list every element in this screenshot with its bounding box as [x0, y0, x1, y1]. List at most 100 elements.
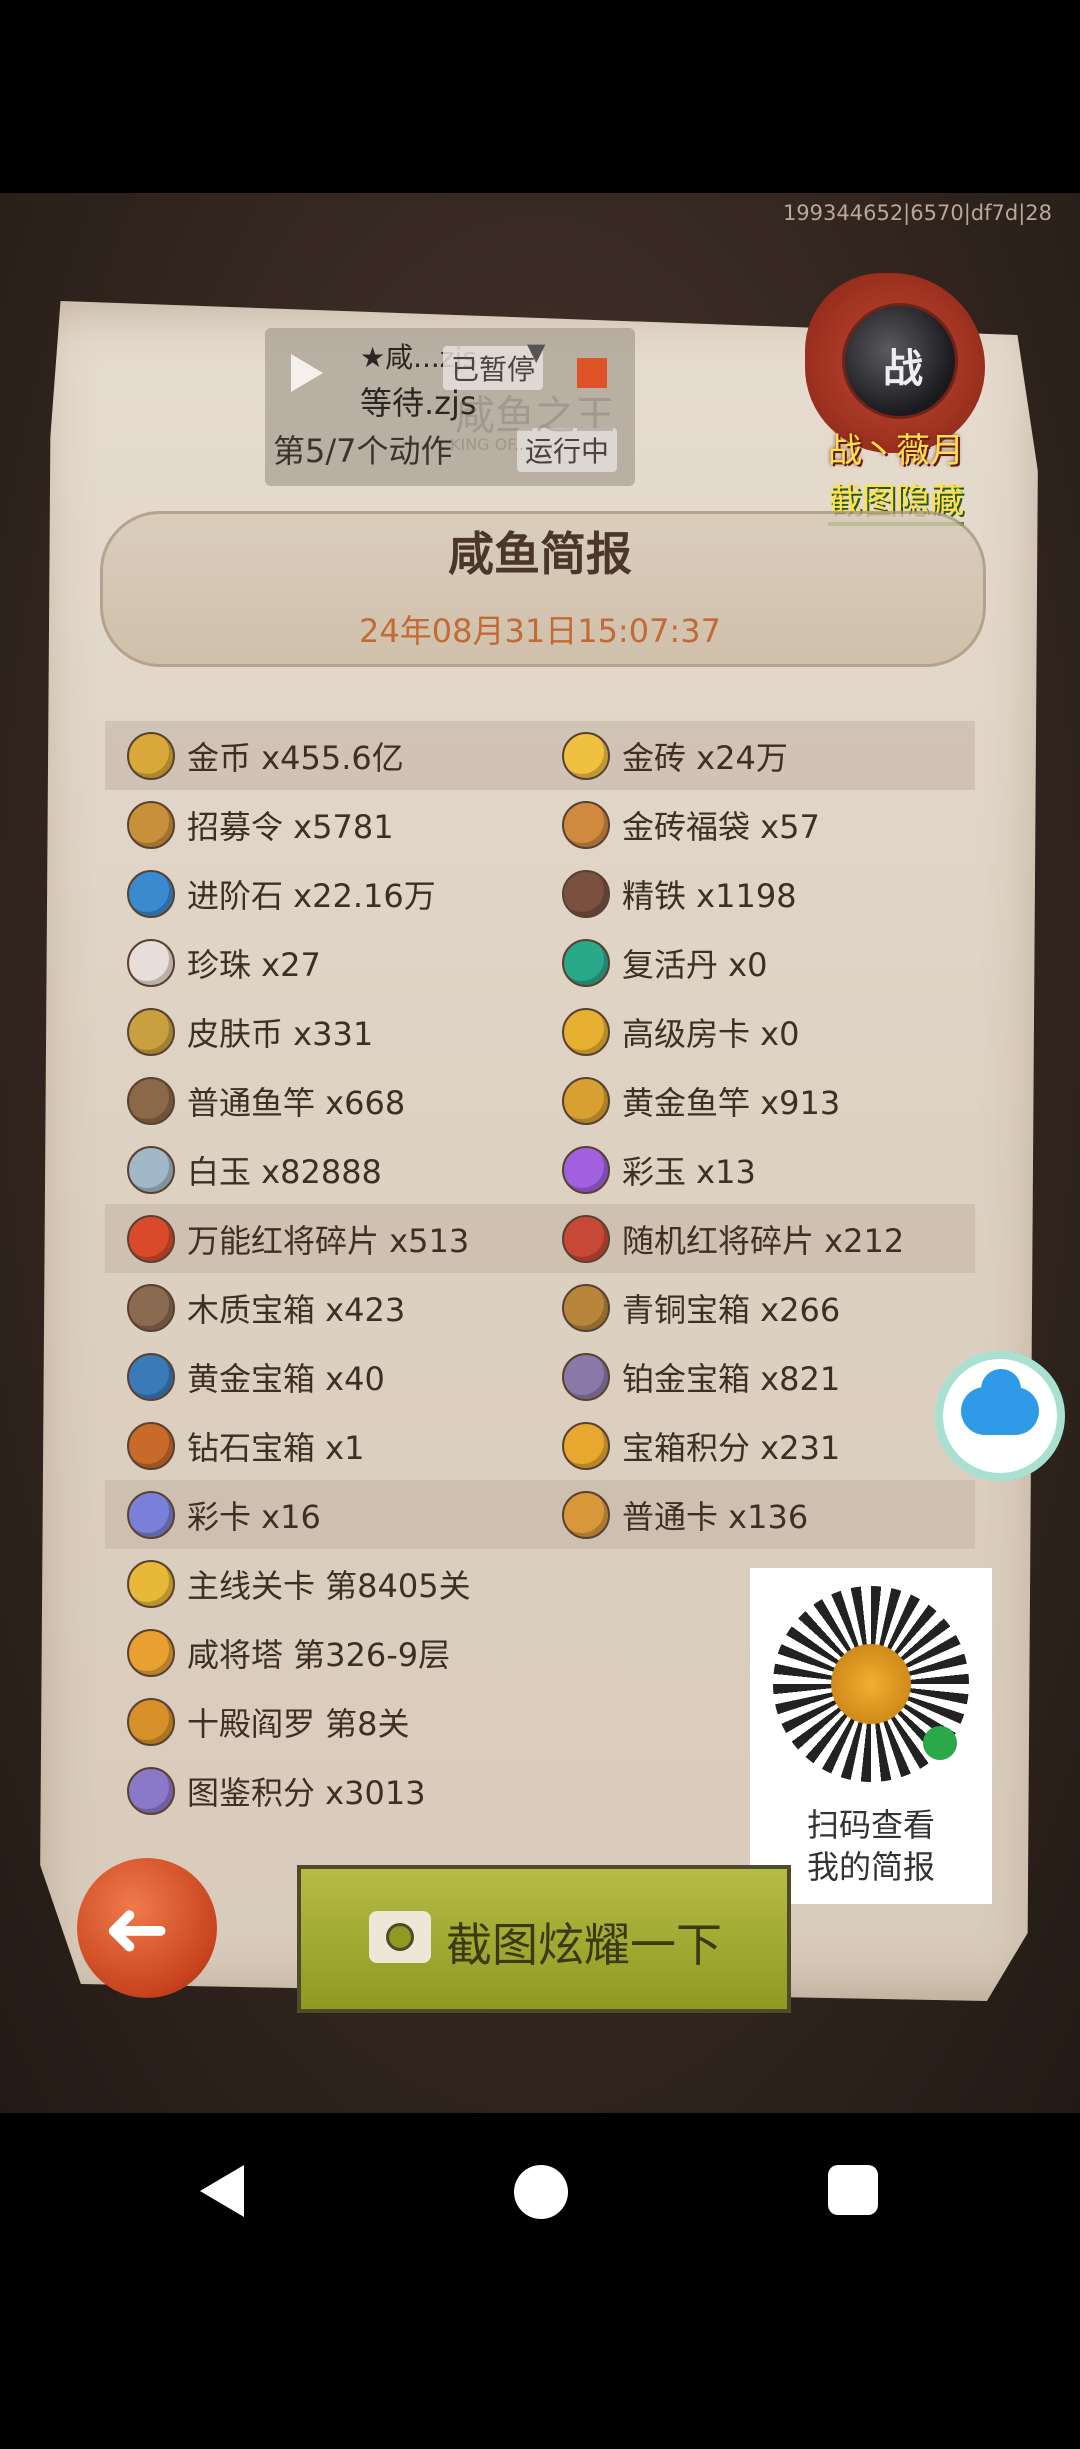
resource-item: 高级房卡 x0 [562, 997, 799, 1066]
resource-text: 精铁 x1198 [622, 876, 797, 915]
revive-pill-icon [562, 938, 610, 987]
mini-program-icon [923, 1726, 957, 1760]
resource-text: 彩卡 x16 [187, 1497, 321, 1536]
resource-row: 进阶石 x22.16万 精铁 x1198 [105, 859, 975, 928]
resource-text: 普通卡 x136 [622, 1497, 809, 1536]
game-logo-icon [831, 1644, 911, 1724]
cloud-icon [961, 1369, 1039, 1435]
resource-row: 彩卡 x16 普通卡 x136 [105, 1480, 975, 1549]
resource-item: 金砖 x24万 [562, 721, 788, 790]
diamond-chest-icon [127, 1421, 175, 1470]
main-stage-icon [127, 1559, 175, 1608]
resource-item: 白玉 x82888 [127, 1135, 382, 1204]
gold-bag-icon [562, 800, 610, 849]
codex-points-icon [127, 1766, 175, 1815]
camera-icon [369, 1911, 431, 1963]
play-icon[interactable] [291, 354, 323, 392]
resource-text: 招募令 x5781 [187, 807, 394, 846]
resource-item: 十殿阎罗 第8关 [127, 1687, 410, 1756]
resource-item: 招募令 x5781 [127, 790, 394, 859]
resource-item: 黄金鱼竿 x913 [562, 1066, 840, 1135]
resource-text: 铂金宝箱 x821 [622, 1359, 841, 1398]
game-watermark-en: KING OF... [450, 435, 530, 454]
gold-brick-icon [562, 731, 610, 780]
resource-text: 进阶石 x22.16万 [187, 876, 436, 915]
platinum-chest-icon [562, 1352, 610, 1401]
page-title: 咸鱼简报 [448, 527, 632, 581]
gold-chest-icon [127, 1352, 175, 1401]
system-nav-bar [0, 2113, 1080, 2449]
resource-text: 宝箱积分 x231 [622, 1428, 841, 1467]
resource-item: 珍珠 x27 [127, 928, 321, 997]
resource-text: 青铜宝箱 x266 [622, 1290, 841, 1329]
coin-icon [127, 731, 175, 780]
resource-text: 金币 x455.6亿 [187, 738, 404, 777]
resource-text: 金砖 x24万 [622, 738, 788, 777]
resource-text: 复活丹 x0 [622, 945, 768, 984]
nav-back-icon[interactable] [200, 2165, 244, 2217]
nav-home-icon[interactable] [514, 2165, 568, 2219]
resource-item: 彩玉 x13 [562, 1135, 756, 1204]
resource-item: 咸将塔 第326-9层 [127, 1618, 450, 1687]
resource-text: 彩玉 x13 [622, 1152, 756, 1191]
resource-row: 皮肤币 x331 高级房卡 x0 [105, 997, 975, 1066]
resource-text: 白玉 x82888 [187, 1152, 382, 1191]
resource-row: 木质宝箱 x423 青铜宝箱 x266 [105, 1273, 975, 1342]
pearl-icon [127, 938, 175, 987]
tower-icon [127, 1628, 175, 1677]
back-button[interactable]: ➜ [77, 1858, 217, 1998]
resource-text: 咸将塔 第326-9层 [187, 1635, 451, 1674]
skin-coin-icon [127, 1007, 175, 1056]
resource-item: 宝箱积分 x231 [562, 1411, 840, 1480]
resource-text: 十殿阎罗 第8关 [187, 1704, 410, 1743]
resource-item: 复活丹 x0 [562, 928, 767, 997]
game-screen: 199344652|6570|df7d|28 战 战丶薇月 截图隐藏 咸鱼简报 … [0, 193, 1080, 2113]
normal-card-icon [562, 1490, 610, 1539]
resource-text: 随机红将碎片 x212 [622, 1221, 905, 1260]
dropdown-triangle-icon[interactable]: ▼ [527, 338, 545, 366]
gold-rod-icon [562, 1076, 610, 1125]
red-shard-icon [127, 1214, 175, 1263]
resource-item: 木质宝箱 x423 [127, 1273, 405, 1342]
resource-item: 黄金宝箱 x40 [127, 1342, 385, 1411]
resource-text: 钻石宝箱 x1 [187, 1428, 365, 1467]
resource-text: 皮肤币 x331 [187, 1014, 374, 1053]
resource-item: 金币 x455.6亿 [127, 721, 404, 790]
qr-card[interactable]: 扫码查看 我的简报 [750, 1568, 992, 1904]
fishing-rod-icon [127, 1076, 175, 1125]
iron-icon [562, 869, 610, 918]
resource-item: 铂金宝箱 x821 [562, 1342, 840, 1411]
resource-item: 随机红将碎片 x212 [562, 1204, 904, 1273]
qr-caption-line1: 扫码查看 [806, 1806, 935, 1844]
resource-item: 钻石宝箱 x1 [127, 1411, 364, 1480]
resource-row: 钻石宝箱 x1 宝箱积分 x231 [105, 1411, 975, 1480]
resource-row: 万能红将碎片 x513 随机红将碎片 x212 [105, 1204, 975, 1273]
resource-text: 高级房卡 x0 [622, 1014, 800, 1053]
chest-points-icon [562, 1421, 610, 1470]
recruit-order-icon [127, 800, 175, 849]
game-watermark: 咸鱼之王 [455, 393, 615, 439]
resource-text: 珍珠 x27 [187, 945, 321, 984]
resource-item: 万能红将碎片 x513 [127, 1204, 469, 1273]
resource-item: 普通卡 x136 [562, 1480, 808, 1549]
room-card-icon [562, 1007, 610, 1056]
resource-item: 皮肤币 x331 [127, 997, 373, 1066]
player-name: 战丶薇月 [828, 431, 964, 471]
random-shard-icon [562, 1214, 610, 1263]
color-jade-icon [562, 1145, 610, 1194]
resource-text: 普通鱼竿 x668 [187, 1083, 406, 1122]
cloud-float-button[interactable] [935, 1351, 1065, 1481]
wood-chest-icon [127, 1283, 175, 1332]
resource-row: 招募令 x5781 金砖福袋 x57 [105, 790, 975, 859]
resource-item: 主线关卡 第8405关 [127, 1549, 471, 1618]
resource-text: 万能红将碎片 x513 [187, 1221, 470, 1260]
screenshot-share-button[interactable]: 截图炫耀一下 [297, 1865, 791, 2013]
nav-recents-icon[interactable] [828, 2165, 878, 2215]
resource-row: 白玉 x82888 彩玉 x13 [105, 1135, 975, 1204]
resource-text: 黄金宝箱 x40 [187, 1359, 385, 1398]
resource-item: 精铁 x1198 [562, 859, 797, 928]
color-card-icon [127, 1490, 175, 1539]
qr-code [773, 1586, 969, 1782]
yama-icon [127, 1697, 175, 1746]
resource-item: 图鉴积分 x3013 [127, 1756, 426, 1825]
